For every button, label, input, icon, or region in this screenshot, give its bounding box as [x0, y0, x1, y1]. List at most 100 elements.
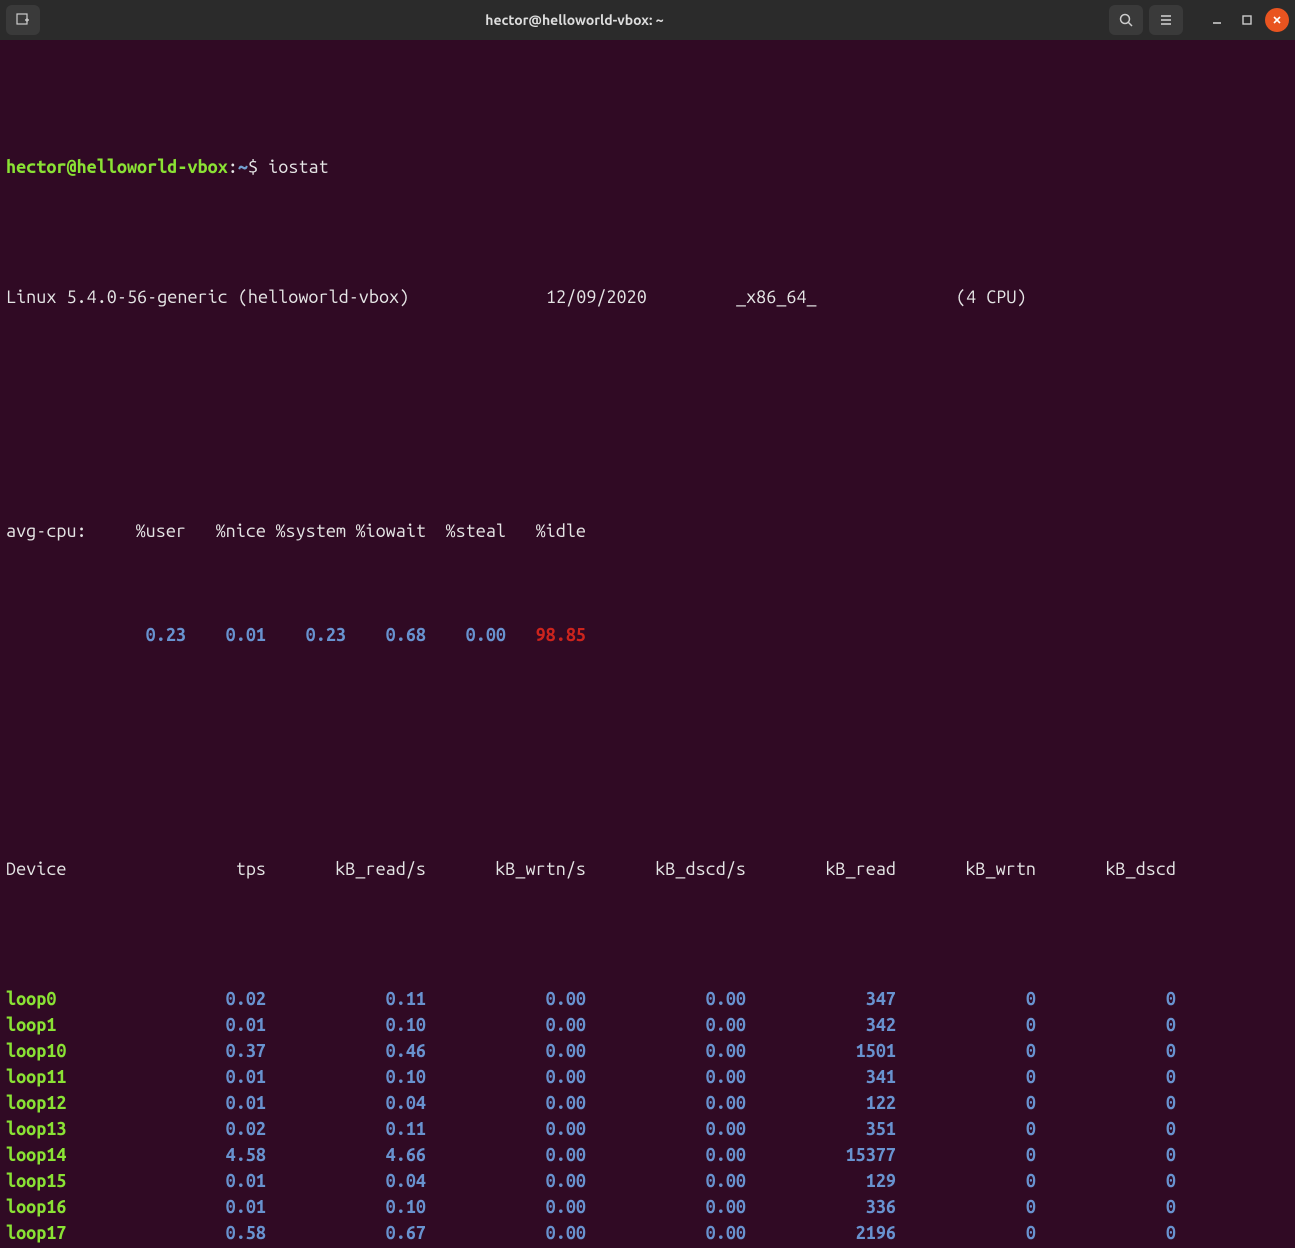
- device-kbdscds: 0.00: [586, 986, 746, 1012]
- cpu-hdr-iowait: %iowait: [346, 518, 426, 544]
- device-tps: 0.37: [116, 1038, 266, 1064]
- dev-hdr-kbwrtns: kB_wrtn/s: [426, 856, 586, 882]
- device-kbwrtns: 0.00: [426, 1246, 586, 1248]
- device-tps: 0.58: [116, 1220, 266, 1246]
- new-tab-button[interactable]: [6, 5, 40, 35]
- date-text: 12/09/2020: [546, 284, 736, 310]
- arch-text: _x86_64_: [736, 284, 956, 310]
- prompt-user: hector: [6, 157, 66, 177]
- device-kbdscd: 0: [1036, 1142, 1176, 1168]
- device-kbwrtn: 0: [896, 1116, 1036, 1142]
- menu-button[interactable]: [1149, 5, 1183, 35]
- dev-hdr-kbdscds: kB_dscd/s: [586, 856, 746, 882]
- device-name: loop2: [6, 1246, 116, 1248]
- device-kbwrtn: 0: [896, 986, 1036, 1012]
- device-kbreads: 0.10: [266, 1064, 426, 1090]
- device-kbwrtn: 0: [896, 1038, 1036, 1064]
- dev-hdr-kbdscd: kB_dscd: [1036, 856, 1176, 882]
- prompt-colon: :: [228, 157, 238, 177]
- device-row: loop00.020.110.000.0034700: [6, 986, 1289, 1012]
- device-kbwrtn: 0: [896, 1246, 1036, 1248]
- maximize-button[interactable]: [1235, 8, 1259, 32]
- system-line: Linux 5.4.0-56-generic (helloworld-vbox)…: [6, 284, 1289, 310]
- device-row: loop150.010.040.000.0012900: [6, 1168, 1289, 1194]
- device-kbread: 15377: [746, 1142, 896, 1168]
- close-button[interactable]: [1265, 8, 1289, 32]
- device-kbwrtns: 0.00: [426, 986, 586, 1012]
- device-name: loop14: [6, 1142, 116, 1168]
- device-kbwrtn: 0: [896, 1012, 1036, 1038]
- titlebar-right: [1109, 5, 1289, 35]
- cpu-val-iowait: 0.68: [346, 622, 426, 648]
- prompt-dollar: $: [248, 157, 258, 177]
- device-row: loop100.370.460.000.00150100: [6, 1038, 1289, 1064]
- device-kbread: 1501: [746, 1038, 896, 1064]
- minimize-button[interactable]: [1205, 8, 1229, 32]
- device-tps: 0.01: [116, 1064, 266, 1090]
- device-kbdscd: 0: [1036, 1064, 1176, 1090]
- device-kbdscds: 0.00: [586, 1012, 746, 1038]
- new-tab-icon: [15, 12, 31, 28]
- device-kbdscds: 0.00: [586, 1090, 746, 1116]
- device-kbread: 336: [746, 1194, 896, 1220]
- cpu-hdr-user: %user: [106, 518, 186, 544]
- device-kbreads: 0.11: [266, 1116, 426, 1142]
- device-kbdscd: 0: [1036, 1246, 1176, 1248]
- device-kbwrtns: 0.00: [426, 1090, 586, 1116]
- prompt-host: helloworld-vbox: [77, 157, 228, 177]
- device-tps: 0.02: [116, 986, 266, 1012]
- dev-hdr-tps: tps: [116, 856, 266, 882]
- dev-hdr-device: Device: [6, 856, 116, 882]
- device-row: loop120.010.040.000.0012200: [6, 1090, 1289, 1116]
- terminal-output[interactable]: hector@helloworld-vbox:~$ iostat Linux 5…: [0, 40, 1295, 1248]
- prompt-at: @: [66, 157, 76, 177]
- device-kbwrtn: 0: [896, 1142, 1036, 1168]
- dev-hdr-kbwrtn: kB_wrtn: [896, 856, 1036, 882]
- maximize-icon: [1241, 14, 1253, 26]
- device-tps: 4.58: [116, 1142, 266, 1168]
- device-kbread: 1081: [746, 1246, 896, 1248]
- device-kbdscd: 0: [1036, 986, 1176, 1012]
- window-title: hector@helloworld-vbox: ~: [40, 7, 1109, 33]
- device-kbread: 347: [746, 986, 896, 1012]
- device-kbreads: 0.10: [266, 1194, 426, 1220]
- device-kbwrtn: 0: [896, 1220, 1036, 1246]
- device-kbwrtns: 0.00: [426, 1064, 586, 1090]
- kernel-text: Linux 5.4.0-56-generic (helloworld-vbox): [6, 284, 546, 310]
- cpu-val-user: 0.23: [106, 622, 186, 648]
- cpu-count-text: (4 CPU): [956, 287, 1027, 307]
- device-kbread: 342: [746, 1012, 896, 1038]
- device-kbreads: 0.67: [266, 1220, 426, 1246]
- device-row: loop20.020.330.000.00108100: [6, 1246, 1289, 1248]
- device-tps: 0.01: [116, 1168, 266, 1194]
- device-kbread: 2196: [746, 1220, 896, 1246]
- device-tps: 0.01: [116, 1090, 266, 1116]
- dev-hdr-kbreads: kB_read/s: [266, 856, 426, 882]
- close-icon: [1271, 14, 1283, 26]
- device-tps: 0.01: [116, 1012, 266, 1038]
- dev-hdr-kbread: kB_read: [746, 856, 896, 882]
- device-tps: 0.02: [116, 1246, 266, 1248]
- device-kbreads: 0.04: [266, 1090, 426, 1116]
- device-kbdscds: 0.00: [586, 1246, 746, 1248]
- cpu-val-steal: 0.00: [426, 622, 506, 648]
- device-row: loop10.010.100.000.0034200: [6, 1012, 1289, 1038]
- cpu-hdr-nice: %nice: [186, 518, 266, 544]
- device-name: loop1: [6, 1012, 116, 1038]
- device-kbreads: 0.04: [266, 1168, 426, 1194]
- blank-line: [6, 726, 1289, 752]
- device-kbreads: 0.33: [266, 1246, 426, 1248]
- device-name: loop11: [6, 1064, 116, 1090]
- device-row: loop144.584.660.000.001537700: [6, 1142, 1289, 1168]
- device-kbwrtns: 0.00: [426, 1116, 586, 1142]
- cpu-value-row: 0.230.010.230.680.0098.85: [6, 622, 1289, 648]
- device-kbdscd: 0: [1036, 1116, 1176, 1142]
- device-name: loop13: [6, 1116, 116, 1142]
- device-kbwrtn: 0: [896, 1168, 1036, 1194]
- search-button[interactable]: [1109, 5, 1143, 35]
- device-name: loop15: [6, 1168, 116, 1194]
- avg-cpu-label: avg-cpu:: [6, 518, 106, 544]
- device-kbdscds: 0.00: [586, 1194, 746, 1220]
- hamburger-icon: [1158, 12, 1174, 28]
- device-kbdscd: 0: [1036, 1220, 1176, 1246]
